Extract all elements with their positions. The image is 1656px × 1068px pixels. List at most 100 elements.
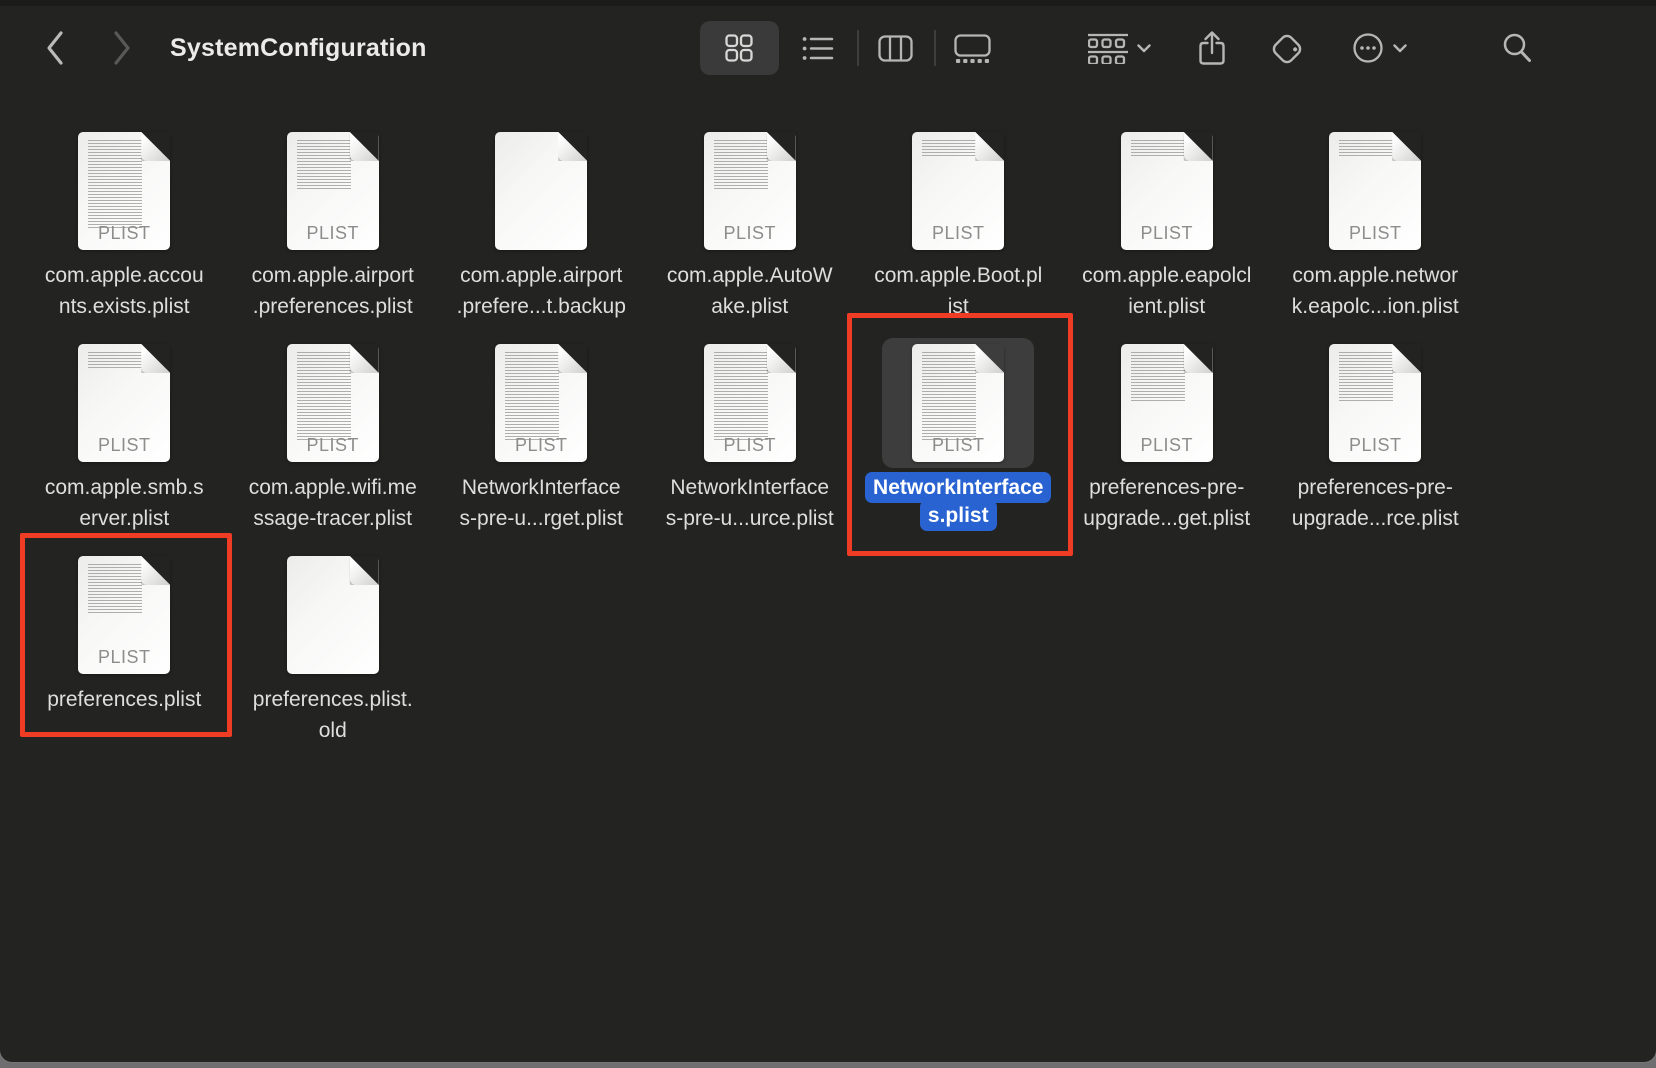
file-item[interactable]: PLISTcom.apple.Boot.plist xyxy=(854,120,1063,332)
file-name-line: ist xyxy=(948,291,969,322)
file-icon[interactable]: PLIST xyxy=(257,338,409,468)
blank-document-icon xyxy=(495,132,587,250)
file-name[interactable]: preferences-pre-upgrade...get.plist xyxy=(1063,472,1272,534)
group-by-button[interactable] xyxy=(1088,32,1150,64)
file-name-line: com.apple.eapolcl xyxy=(1082,260,1251,291)
plist-document-icon: PLIST xyxy=(1329,132,1421,250)
file-name[interactable]: com.apple.airport.preferences.plist xyxy=(229,260,438,322)
file-item[interactable]: PLIST NetworkInterfaces-pre-u...urce.plis… xyxy=(646,332,855,544)
file-name[interactable]: preferences.plist.old xyxy=(229,684,438,746)
column-view-button[interactable] xyxy=(878,35,913,62)
file-item[interactable]: PLIST NetworkInterfaces-pre-u...rget.plis… xyxy=(437,332,646,544)
preview-lines xyxy=(714,352,768,440)
file-name-line: NetworkInterface xyxy=(462,472,621,503)
file-item[interactable]: com.apple.airport.prefere...t.backup xyxy=(437,120,646,332)
file-name[interactable]: com.apple.network.eapolc...ion.plist xyxy=(1271,260,1480,322)
file-name-line: erver.plist xyxy=(79,503,169,534)
preview-lines xyxy=(1131,352,1185,402)
plist-document-icon: PLIST xyxy=(1329,344,1421,462)
plist-document-icon: PLIST xyxy=(287,344,379,462)
file-icon[interactable]: PLIST xyxy=(674,126,826,256)
preview-lines xyxy=(1339,352,1393,402)
file-icon[interactable]: PLIST xyxy=(1299,338,1451,468)
file-name-line: k.eapolc...ion.plist xyxy=(1292,291,1459,322)
file-item[interactable]: PLIST com.apple.network.eapolc...ion.plis… xyxy=(1271,120,1480,332)
file-name-line: old xyxy=(319,715,347,746)
file-name[interactable]: preferences-pre-upgrade...rce.plist xyxy=(1271,472,1480,534)
file-icon[interactable]: PLIST xyxy=(465,338,617,468)
file-item[interactable]: PLIST preferences-pre-upgrade...get.plist xyxy=(1063,332,1272,544)
plist-document-icon: PLIST xyxy=(1121,132,1213,250)
file-icon[interactable]: PLIST xyxy=(257,126,409,256)
file-name-line: com.apple.networ xyxy=(1292,260,1458,291)
file-type-badge: PLIST xyxy=(1121,435,1213,456)
file-item[interactable]: PLIST preferences-pre-upgrade...rce.plist xyxy=(1271,332,1480,544)
file-item[interactable]: PLIST NetworkInterfaces.plist xyxy=(854,332,1063,544)
file-name-line: preferences.plist. xyxy=(253,684,413,715)
list-view-button[interactable] xyxy=(802,34,834,62)
file-name[interactable]: com.apple.wifi.message-tracer.plist xyxy=(229,472,438,534)
plist-document-icon: PLIST xyxy=(78,132,170,250)
icon-view-button[interactable] xyxy=(724,33,754,63)
preview-lines xyxy=(88,352,142,368)
file-name-line: com.apple.AutoW xyxy=(667,260,833,291)
file-item[interactable]: PLIST com.apple.accounts.exists.plist xyxy=(20,120,229,332)
file-type-badge: PLIST xyxy=(495,435,587,456)
file-icon[interactable]: PLIST xyxy=(1091,338,1243,468)
file-name[interactable]: com.apple.accounts.exists.plist xyxy=(20,260,229,322)
forward-button[interactable] xyxy=(109,28,135,68)
plist-document-icon: PLIST xyxy=(912,344,1004,462)
file-name[interactable]: com.apple.Boot.plist xyxy=(854,260,1063,322)
file-type-badge: PLIST xyxy=(78,223,170,244)
file-name[interactable]: com.apple.eapolclient.plist xyxy=(1063,260,1272,322)
file-name-line: com.apple.smb.s xyxy=(45,472,204,503)
plist-document-icon: PLIST xyxy=(287,132,379,250)
file-name-line: preferences-pre- xyxy=(1089,472,1244,503)
file-item[interactable]: preferences.plist.old xyxy=(229,544,438,756)
tag-button[interactable] xyxy=(1268,30,1306,68)
page-title: SystemConfiguration xyxy=(170,0,427,96)
share-button[interactable] xyxy=(1196,28,1228,68)
file-icon[interactable]: PLIST xyxy=(882,338,1034,468)
search-button[interactable] xyxy=(1500,30,1534,66)
file-item[interactable]: PLIST com.apple.eapolclient.plist xyxy=(1063,120,1272,332)
file-name-line: preferences-pre- xyxy=(1298,472,1453,503)
file-icon[interactable]: PLIST xyxy=(882,126,1034,256)
chevron-down-icon xyxy=(1137,44,1151,53)
file-icon[interactable]: PLIST xyxy=(48,126,200,256)
preview-lines xyxy=(297,352,351,440)
finder-window: SystemConfiguration xyxy=(0,0,1656,1062)
file-name[interactable]: com.apple.AutoWake.plist xyxy=(646,260,855,322)
more-options-button[interactable] xyxy=(1348,31,1410,65)
file-name[interactable]: NetworkInterfaces-pre-u...rget.plist xyxy=(437,472,646,534)
search-icon xyxy=(1502,32,1533,64)
file-item[interactable]: PLIST com.apple.wifi.message-tracer.plist xyxy=(229,332,438,544)
file-name-line: ssage-tracer.plist xyxy=(253,503,412,534)
file-grid: PLISTcom.apple.accounts.exists.plistPLIS… xyxy=(20,120,1482,756)
plist-document-icon: PLIST xyxy=(78,344,170,462)
file-icon[interactable]: PLIST xyxy=(48,338,200,468)
gallery-view-button[interactable] xyxy=(954,34,991,63)
file-name[interactable]: NetworkInterfaces-pre-u...urce.plist xyxy=(646,472,855,534)
back-button[interactable] xyxy=(42,28,68,68)
file-item[interactable]: PLIST preferences.plist xyxy=(20,544,229,756)
file-type-badge: PLIST xyxy=(704,435,796,456)
file-icon[interactable]: PLIST xyxy=(1299,126,1451,256)
preview-lines xyxy=(505,352,559,440)
tag-icon xyxy=(1269,31,1305,67)
file-item[interactable]: PLIST com.apple.smb.server.plist xyxy=(20,332,229,544)
file-name-line: ient.plist xyxy=(1128,291,1205,322)
file-icon[interactable]: PLIST xyxy=(1091,126,1243,256)
file-name[interactable]: com.apple.smb.server.plist xyxy=(20,472,229,534)
file-type-badge: PLIST xyxy=(704,223,796,244)
file-item[interactable]: PLIST com.apple.airport.preferences.plist xyxy=(229,120,438,332)
file-icon[interactable] xyxy=(257,550,409,680)
file-icon[interactable] xyxy=(465,126,617,256)
file-icon[interactable]: PLIST xyxy=(674,338,826,468)
file-item[interactable]: PLIST com.apple.AutoWake.plist xyxy=(646,120,855,332)
file-name[interactable]: NetworkInterfaces.plist xyxy=(854,472,1063,531)
file-name[interactable]: preferences.plist xyxy=(20,684,229,715)
preview-lines xyxy=(1339,140,1393,156)
file-icon[interactable]: PLIST xyxy=(48,550,200,680)
file-name[interactable]: com.apple.airport.prefere...t.backup xyxy=(437,260,646,322)
